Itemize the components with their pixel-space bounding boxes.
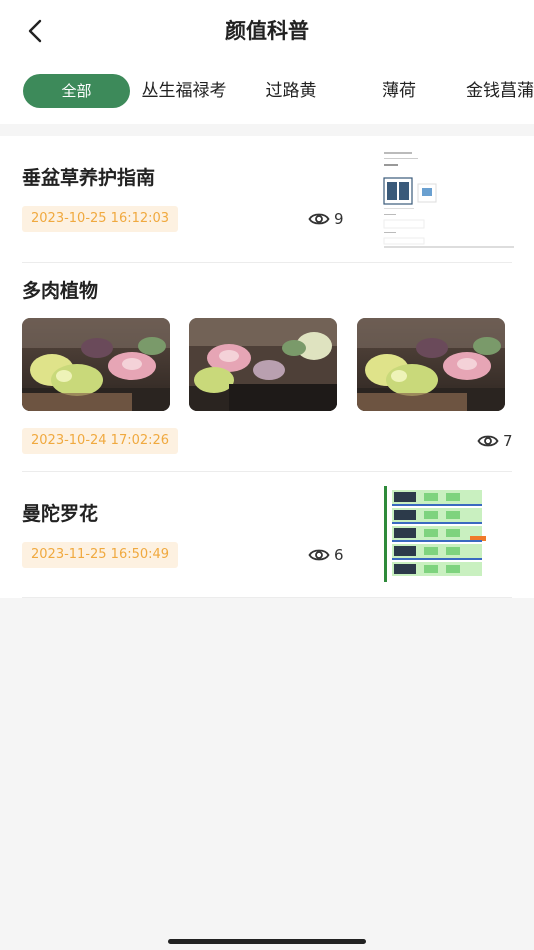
tab-phlox[interactable]: 丛生福禄考 [134, 74, 234, 108]
tab-all[interactable]: 全部 [23, 74, 130, 108]
view-count-value: 6 [334, 546, 344, 564]
tab-acorus[interactable]: 金钱菖蒲 [466, 74, 534, 108]
eye-icon [477, 435, 499, 447]
view-count-value: 7 [503, 432, 513, 450]
tab-lysimachia[interactable]: 过路黄 [258, 74, 324, 108]
view-count: 7 [477, 428, 513, 454]
article-card[interactable]: 垂盆草养护指南 2023-10-25 16:12:03 9 [0, 136, 534, 263]
article-date-badge: 2023-11-25 16:50:49 [22, 542, 179, 568]
eye-icon [308, 213, 330, 225]
article-thumbnail [384, 486, 486, 582]
article-date-badge: 2023-10-25 16:12:03 [22, 206, 179, 232]
page-title: 颜值科普 [225, 19, 309, 43]
header: 颜值科普 [0, 0, 534, 62]
succulent-photo[interactable] [22, 318, 170, 411]
category-tabs: 全部 丛生福禄考 过路黄 薄荷 金钱菖蒲 [0, 62, 534, 124]
view-count: 6 [308, 542, 344, 568]
view-count: 9 [308, 206, 344, 232]
card-divider [22, 597, 512, 598]
article-card[interactable]: 曼陀罗花 2023-11-25 16:50:49 6 [0, 472, 534, 598]
article-date-badge: 2023-10-24 17:02:26 [22, 428, 179, 454]
succulent-photo[interactable] [357, 318, 505, 411]
article-thumbnail [380, 148, 514, 248]
home-indicator[interactable] [168, 939, 366, 944]
article-title: 曼陀罗花 [22, 503, 99, 525]
succulent-photo[interactable] [189, 318, 337, 411]
eye-icon [308, 549, 330, 561]
article-title: 多肉植物 [22, 280, 99, 302]
article-title: 垂盆草养护指南 [22, 167, 156, 189]
tab-mint[interactable]: 薄荷 [372, 74, 426, 108]
view-count-value: 9 [334, 210, 344, 228]
